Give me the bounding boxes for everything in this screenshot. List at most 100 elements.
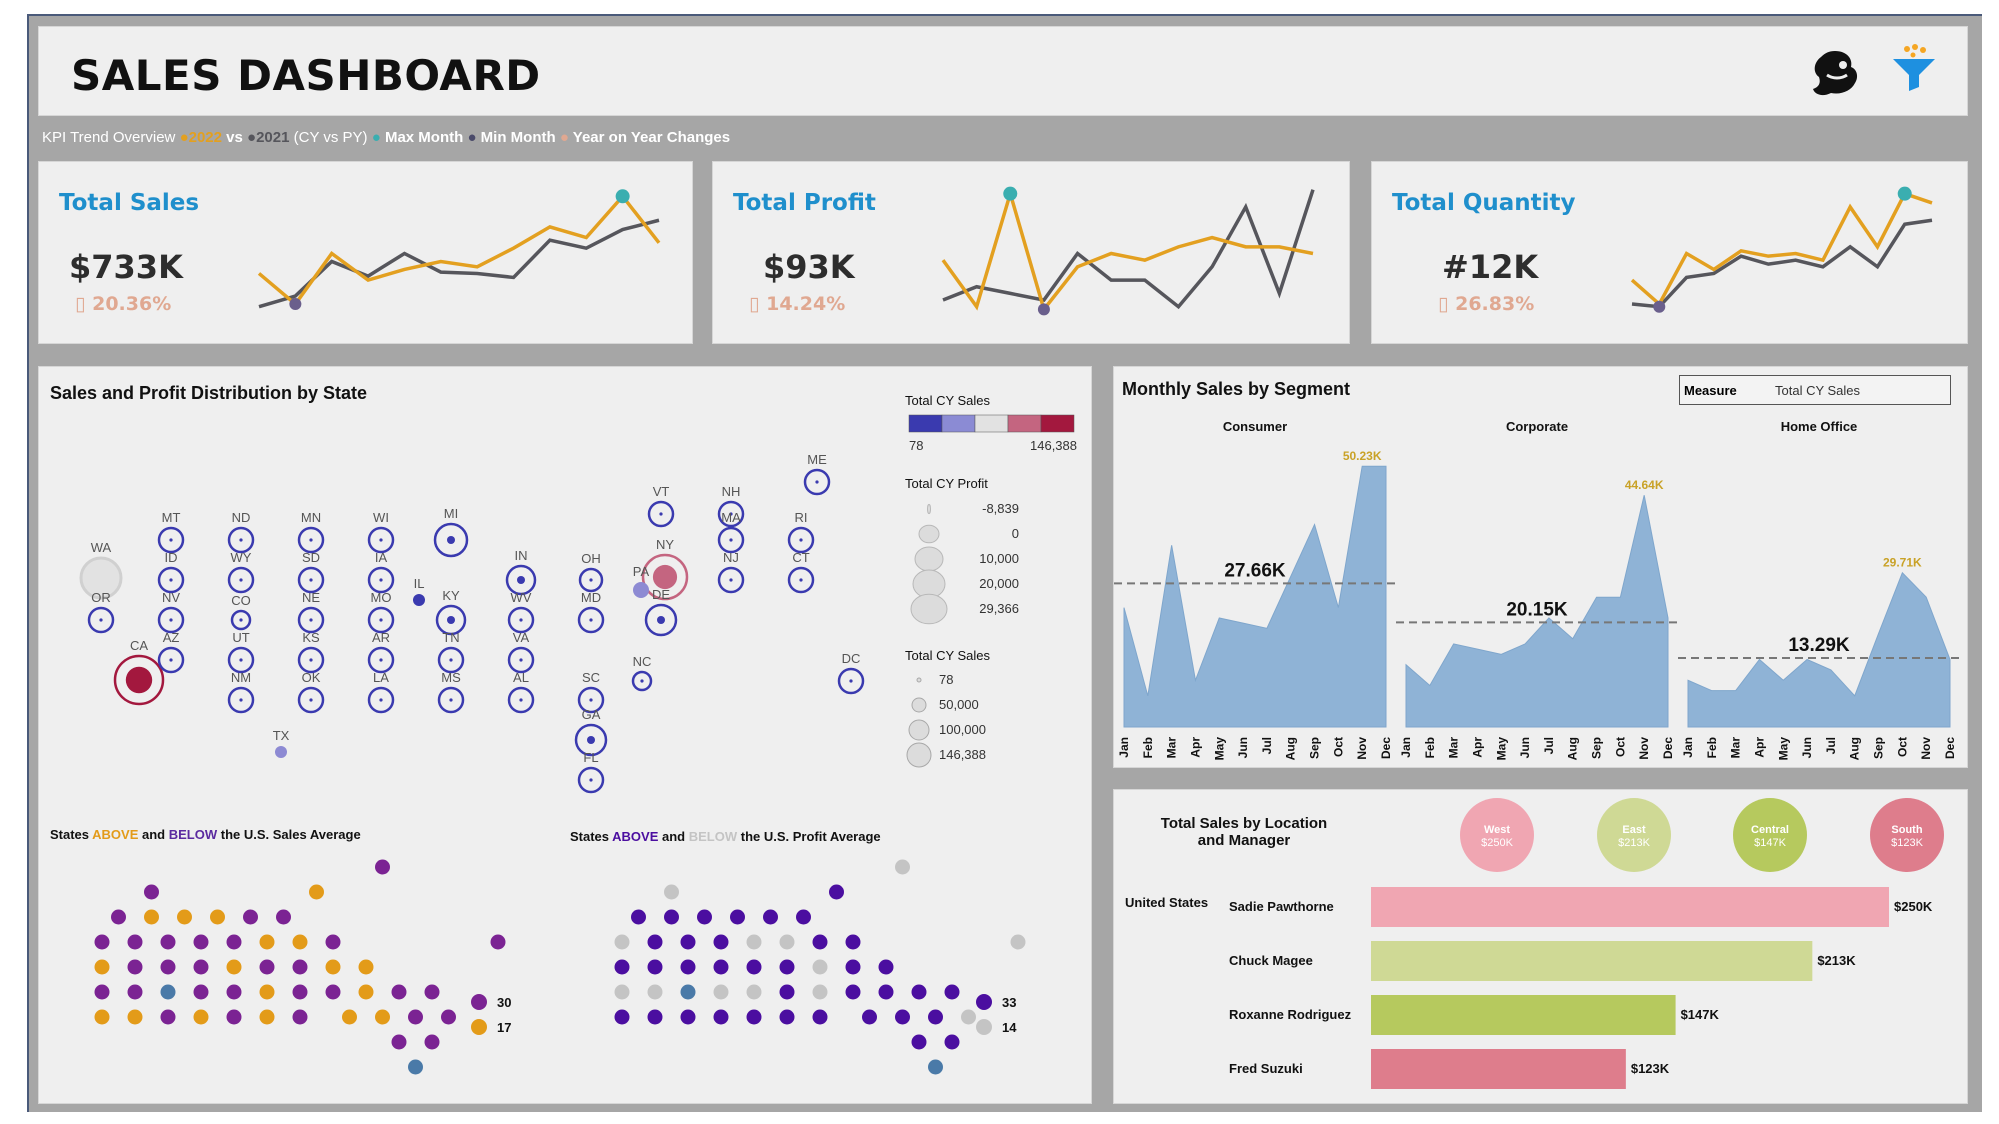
state-hex-dot[interactable]	[325, 934, 341, 950]
state-hex-dot[interactable]	[94, 934, 110, 950]
state-hex-dot[interactable]	[358, 959, 374, 975]
funnel-filter-icon[interactable]	[1889, 43, 1939, 93]
state-hex-dot[interactable]	[111, 909, 126, 925]
state-marker-TN[interactable]: TN	[437, 630, 465, 674]
profit-avg-hexmap[interactable]: 33 14	[559, 847, 1089, 1097]
state-hex-dot[interactable]	[961, 1009, 976, 1025]
state-marker-GA[interactable]: GA	[574, 707, 608, 757]
state-hex-dot[interactable]	[895, 1009, 910, 1025]
state-hex-dot[interactable]	[680, 959, 696, 975]
state-hex-dot[interactable]	[391, 1034, 407, 1050]
state-marker-KS[interactable]: KS	[297, 630, 325, 674]
state-marker-MN[interactable]: MN	[297, 510, 325, 554]
measure-selector[interactable]: Measure Total CY Sales	[1679, 375, 1951, 405]
state-marker-MI[interactable]: MI	[433, 506, 469, 558]
state-marker-IL[interactable]: IL	[413, 576, 425, 606]
state-hex-dot[interactable]	[94, 984, 110, 1000]
state-hex-dot[interactable]	[647, 984, 663, 1000]
state-hex-dot[interactable]	[259, 984, 275, 1000]
state-hex-dot[interactable]	[928, 1059, 943, 1075]
state-marker-DC[interactable]: DC	[837, 651, 865, 695]
state-hex-dot[interactable]	[845, 984, 861, 1000]
state-hex-dot[interactable]	[763, 909, 778, 925]
state-marker-LA[interactable]: LA	[367, 670, 395, 714]
state-hex-dot[interactable]	[210, 909, 225, 925]
state-marker-SC[interactable]: SC	[577, 670, 605, 714]
state-marker-AZ[interactable]: AZ	[157, 630, 185, 674]
state-hex-dot[interactable]	[391, 984, 407, 1000]
state-hex-dot[interactable]	[94, 1009, 110, 1025]
max-month-marker[interactable]	[1897, 186, 1912, 201]
state-hex-dot[interactable]	[812, 959, 828, 975]
state-marker-ME[interactable]: ME	[803, 452, 831, 496]
state-hex-dot[interactable]	[424, 984, 440, 1000]
state-hex-dot[interactable]	[713, 984, 729, 1000]
state-hex-dot[interactable]	[664, 884, 679, 900]
state-marker-NC[interactable]: NC	[631, 654, 653, 692]
state-hex-dot[interactable]	[680, 984, 696, 1000]
state-hex-dot[interactable]	[812, 1009, 828, 1025]
state-hex-dot[interactable]	[911, 1034, 927, 1050]
state-marker-CT[interactable]: CT	[787, 550, 815, 594]
state-hex-dot[interactable]	[375, 859, 390, 875]
state-hex-dot[interactable]	[713, 1009, 729, 1025]
state-hex-dot[interactable]	[713, 959, 729, 975]
sales-avg-hexmap[interactable]: 30 17	[39, 847, 559, 1097]
state-hex-dot[interactable]	[160, 959, 176, 975]
state-marker-ID[interactable]: ID	[157, 550, 185, 594]
state-hex-dot[interactable]	[680, 1009, 696, 1025]
state-hex-dot[interactable]	[144, 884, 159, 900]
min-month-marker[interactable]	[1653, 300, 1666, 313]
state-marker-MD[interactable]: MD	[577, 590, 605, 634]
max-month-marker[interactable]	[615, 189, 630, 204]
state-marker-IA[interactable]: IA	[367, 550, 395, 594]
state-hex-dot[interactable]	[812, 934, 828, 950]
state-hex-dot[interactable]	[713, 934, 729, 950]
state-hex-dot[interactable]	[127, 934, 143, 950]
state-hex-dot[interactable]	[746, 1009, 762, 1025]
state-hex-dot[interactable]	[944, 984, 960, 1000]
state-marker-WY[interactable]: WY	[227, 550, 255, 594]
manager-bar[interactable]	[1371, 995, 1676, 1035]
state-hex-dot[interactable]	[441, 1009, 456, 1025]
min-month-marker[interactable]	[1037, 303, 1050, 316]
state-hex-dot[interactable]	[614, 959, 630, 975]
state-hex-dot[interactable]	[193, 1009, 209, 1025]
state-hex-dot[interactable]	[424, 1034, 440, 1050]
state-hex-dot[interactable]	[226, 959, 242, 975]
state-hex-dot[interactable]	[292, 1009, 308, 1025]
state-hex-dot[interactable]	[944, 1034, 960, 1050]
state-hex-dot[interactable]	[226, 984, 242, 1000]
state-marker-CA[interactable]: CA	[113, 638, 165, 706]
state-marker-ND[interactable]: ND	[227, 510, 255, 554]
state-hex-dot[interactable]	[259, 934, 275, 950]
state-hex-dot[interactable]	[680, 934, 696, 950]
segment-area-Consumer[interactable]	[1123, 465, 1387, 728]
state-hex-dot[interactable]	[779, 1009, 795, 1025]
state-marker-FL[interactable]: FL	[577, 750, 605, 794]
state-hex-dot[interactable]	[276, 909, 291, 925]
state-marker-AR[interactable]: AR	[367, 630, 395, 674]
state-hex-dot[interactable]	[127, 1009, 143, 1025]
state-marker-NJ[interactable]: NJ	[717, 550, 745, 594]
state-hex-dot[interactable]	[292, 984, 308, 1000]
state-hex-dot[interactable]	[614, 1009, 630, 1025]
state-hex-dot[interactable]	[292, 959, 308, 975]
state-hex-dot[interactable]	[614, 934, 630, 950]
state-marker-RI[interactable]: RI	[787, 510, 815, 554]
state-marker-OK[interactable]: OK	[297, 670, 325, 714]
state-marker-AL[interactable]: AL	[507, 670, 535, 714]
state-hex-dot[interactable]	[779, 984, 795, 1000]
state-hex-dot[interactable]	[779, 959, 795, 975]
tableau-bird-icon[interactable]	[1807, 45, 1863, 101]
manager-bar[interactable]	[1371, 941, 1813, 981]
state-marker-PA[interactable]: PA	[633, 564, 650, 598]
state-hex-dot[interactable]	[779, 934, 795, 950]
state-hex-dot[interactable]	[408, 1009, 423, 1025]
state-hex-dot[interactable]	[127, 959, 143, 975]
state-marker-VA[interactable]: VA	[507, 630, 535, 674]
state-hex-dot[interactable]	[1010, 934, 1026, 950]
state-hex-dot[interactable]	[862, 1009, 877, 1025]
state-hex-dot[interactable]	[160, 1009, 176, 1025]
state-marker-VT[interactable]: VT	[647, 484, 675, 528]
